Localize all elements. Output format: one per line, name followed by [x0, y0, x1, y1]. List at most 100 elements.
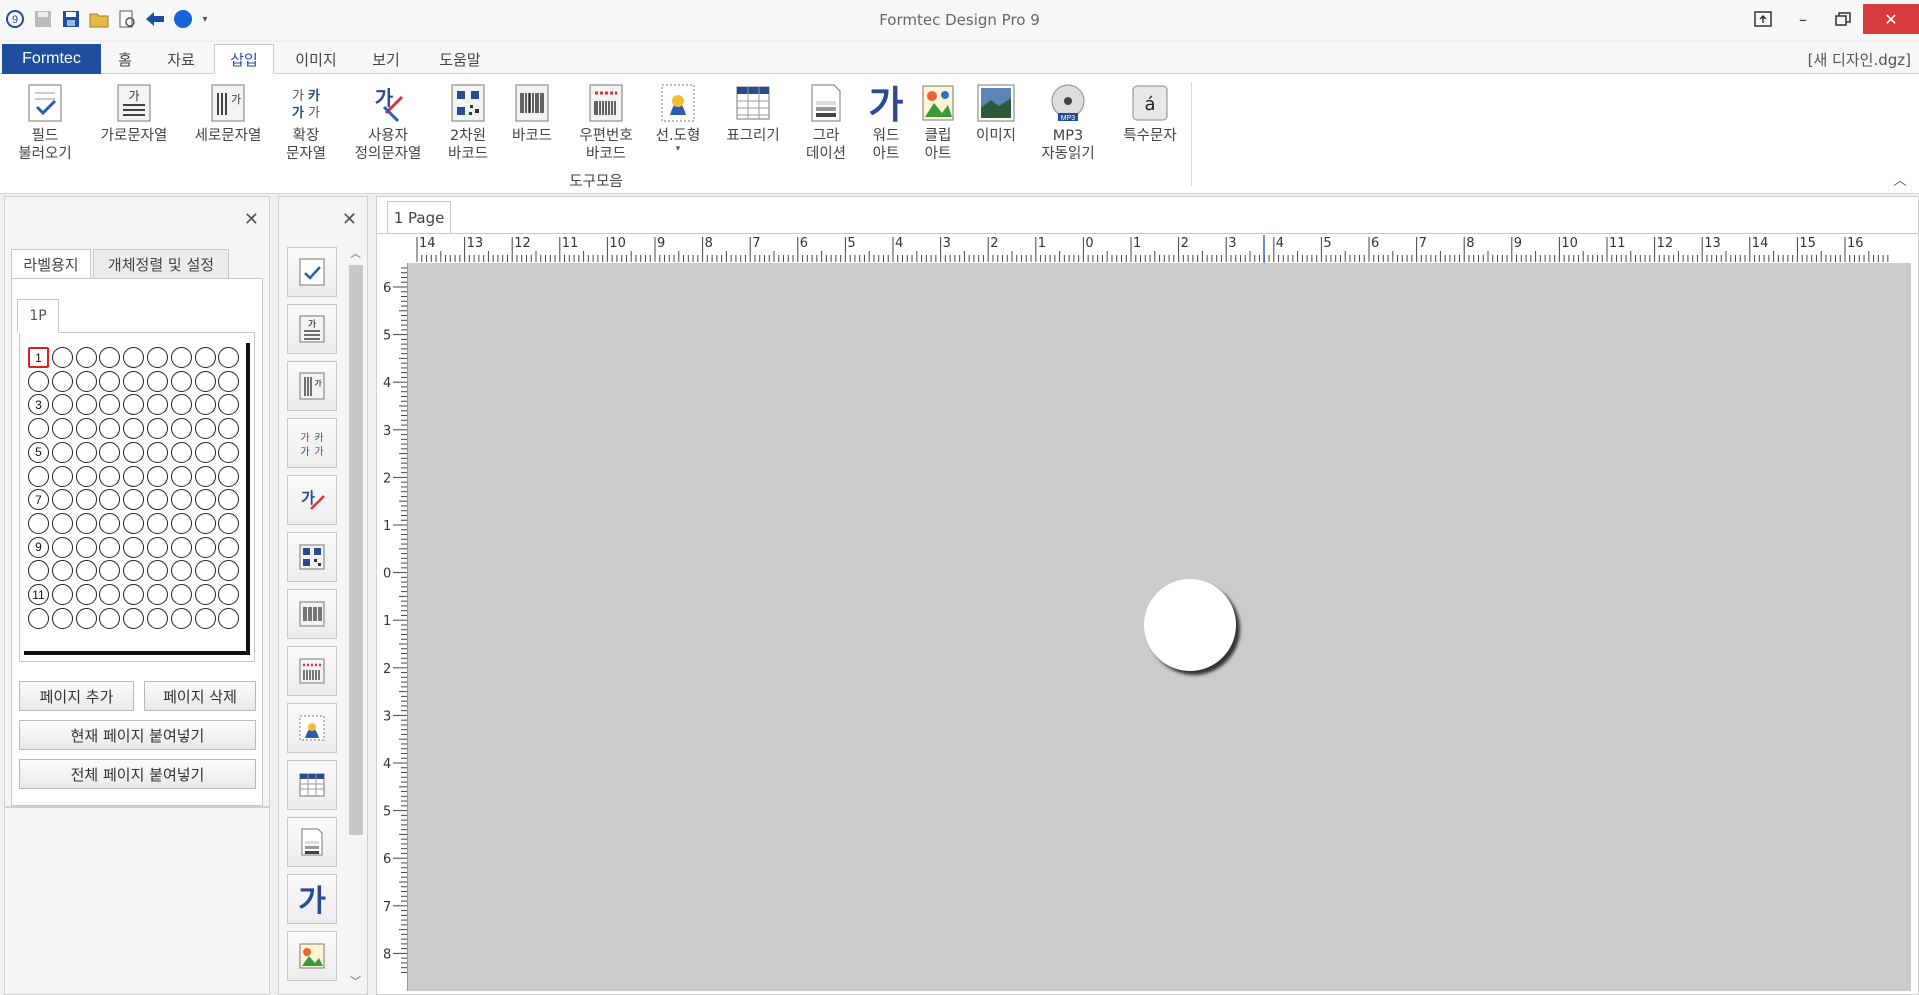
label-cell[interactable] — [194, 489, 216, 511]
label-cell[interactable] — [75, 418, 97, 440]
label-cell[interactable] — [194, 370, 216, 392]
label-cell[interactable] — [218, 489, 240, 511]
label-cell[interactable] — [170, 560, 192, 582]
label-cell[interactable] — [194, 465, 216, 487]
label-cell[interactable] — [99, 607, 121, 629]
gradient-button[interactable]: 그라 데이션 — [800, 82, 852, 163]
label-cell[interactable] — [147, 607, 168, 629]
label-cell[interactable]: 7 — [28, 489, 49, 511]
label-cell[interactable] — [147, 370, 168, 392]
label-cell[interactable] — [99, 394, 121, 416]
collapse-ribbon-icon[interactable]: ︿ — [1893, 170, 1907, 190]
label-cell[interactable] — [75, 489, 97, 511]
label-cell[interactable] — [194, 560, 216, 582]
label-cell[interactable] — [194, 607, 216, 629]
tool-word-art[interactable]: 가 — [287, 874, 337, 924]
selected-label-cell[interactable]: 1 — [28, 347, 49, 368]
custom-text-button[interactable]: 가 사용자 정의문자열 — [348, 82, 428, 163]
tool-table[interactable] — [287, 760, 337, 810]
label-cell[interactable] — [123, 441, 145, 463]
label-cell[interactable] — [99, 489, 121, 511]
minimize-icon[interactable]: – — [1783, 0, 1823, 38]
label-cell[interactable] — [51, 489, 73, 511]
label-cell[interactable] — [147, 512, 168, 534]
label-cell[interactable] — [170, 607, 192, 629]
label-cell[interactable] — [51, 584, 73, 605]
label-cell[interactable] — [123, 347, 145, 368]
label-cell[interactable] — [170, 512, 192, 534]
label-cell[interactable] — [28, 370, 49, 392]
field-load-button[interactable]: 필드 불러오기 — [12, 82, 78, 163]
label-cell[interactable] — [51, 512, 73, 534]
label-cell[interactable] — [194, 441, 216, 463]
label-cell[interactable] — [99, 347, 121, 368]
label-cell[interactable] — [147, 418, 168, 440]
label-cell[interactable] — [170, 536, 192, 558]
label-cell[interactable] — [147, 560, 168, 582]
tool-gradient[interactable] — [287, 817, 337, 867]
tab-data[interactable]: 자료 — [160, 44, 202, 74]
scroll-thumb[interactable] — [349, 265, 363, 835]
tool-extended-text[interactable]: 가카가가 — [287, 418, 337, 468]
label-cell[interactable] — [123, 512, 145, 534]
label-cell[interactable] — [147, 394, 168, 416]
label-cell[interactable] — [75, 560, 97, 582]
tab-home[interactable]: 홈 — [108, 44, 142, 74]
extended-text-button[interactable]: 가카가가 확장 문자열 — [280, 82, 332, 163]
tab-help[interactable]: 도움말 — [432, 44, 488, 74]
tool-barcode[interactable] — [287, 589, 337, 639]
label-cell[interactable] — [170, 584, 192, 605]
label-cell[interactable] — [75, 465, 97, 487]
label-cell[interactable] — [147, 441, 168, 463]
label-cell[interactable] — [170, 418, 192, 440]
label-cell[interactable] — [28, 512, 49, 534]
label-cell[interactable] — [170, 441, 192, 463]
table-button[interactable]: 표그리기 — [718, 82, 788, 145]
label-cell[interactable] — [123, 607, 145, 629]
close-icon[interactable]: ✕ — [244, 209, 259, 230]
restore-icon[interactable] — [1823, 0, 1863, 38]
label-cell[interactable] — [170, 370, 192, 392]
label-cell[interactable] — [75, 607, 97, 629]
label-cell[interactable] — [99, 536, 121, 558]
label-cell[interactable] — [75, 441, 97, 463]
label-cell[interactable]: 5 — [28, 441, 49, 463]
label-cell[interactable] — [99, 370, 121, 392]
tool-shape[interactable] — [287, 703, 337, 753]
toolbox-scrollbar[interactable]: ︿ ﹀ — [347, 245, 365, 995]
shape-dropdown-icon[interactable]: ▾ — [676, 145, 681, 154]
barcode-button[interactable]: 바코드 — [506, 82, 558, 145]
label-cell[interactable] — [147, 584, 168, 605]
tab-file-formtec[interactable]: Formtec — [2, 44, 101, 74]
scroll-down-icon[interactable]: ﹀ — [350, 973, 361, 989]
label-cell[interactable] — [218, 512, 240, 534]
label-cell[interactable] — [51, 536, 73, 558]
label-cell[interactable] — [147, 465, 168, 487]
ribbon-display-icon[interactable] — [1743, 0, 1783, 38]
label-cell[interactable] — [170, 347, 192, 368]
design-canvas[interactable] — [407, 263, 1911, 991]
label-cell[interactable] — [99, 418, 121, 440]
label-cell[interactable]: 11 — [28, 584, 49, 605]
label-cell[interactable] — [194, 394, 216, 416]
label-cell[interactable] — [123, 584, 145, 605]
label-cell[interactable] — [51, 607, 73, 629]
label-cell[interactable] — [170, 394, 192, 416]
postal-barcode-button[interactable]: 우편번호 바코드 — [570, 82, 642, 163]
label-cell[interactable] — [28, 607, 49, 629]
label-cell[interactable] — [28, 560, 49, 582]
clip-art-button[interactable]: 클립 아트 — [912, 82, 964, 163]
label-cell[interactable] — [218, 347, 240, 368]
tab-insert[interactable]: 삽입 — [214, 44, 274, 74]
label-cell[interactable] — [218, 584, 240, 605]
label-cell[interactable] — [75, 347, 97, 368]
vertical-text-button[interactable]: 가 세로문자열 — [188, 82, 268, 145]
label-cell[interactable] — [123, 394, 145, 416]
label-cell[interactable]: 3 — [28, 394, 49, 416]
label-cell[interactable] — [170, 465, 192, 487]
label-cell[interactable] — [194, 418, 216, 440]
label-cell[interactable] — [147, 489, 168, 511]
label-cell[interactable] — [123, 489, 145, 511]
page-tab-1p[interactable]: 1P — [17, 299, 59, 333]
label-cell[interactable] — [28, 465, 49, 487]
